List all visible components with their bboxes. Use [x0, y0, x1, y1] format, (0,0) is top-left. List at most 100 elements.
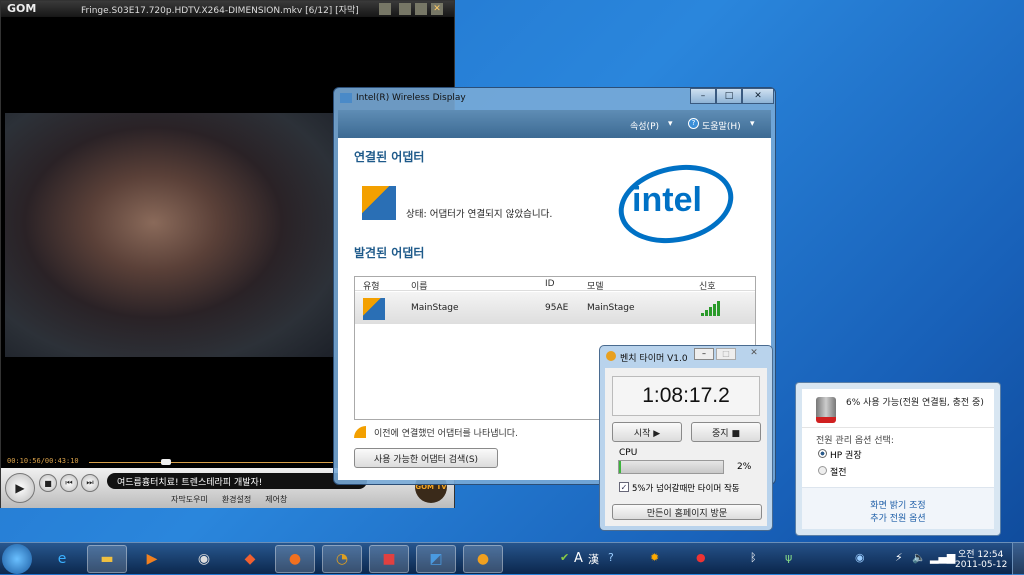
- next-button[interactable]: ⏭: [81, 474, 99, 492]
- prev-button[interactable]: ⏮: [60, 474, 78, 492]
- plan-saver-radio[interactable]: [818, 466, 827, 475]
- power-icon[interactable]: ⚡: [895, 551, 903, 564]
- start-button[interactable]: [2, 544, 32, 574]
- column-name[interactable]: 이름: [411, 279, 428, 292]
- connected-heading: 연결된 어댑터: [354, 150, 425, 164]
- update-icon[interactable]: ◉: [855, 551, 865, 564]
- gom-title-bar[interactable]: GOM Fringe.S03E17.720p.HDTV.X264-DIMENSI…: [1, 1, 454, 17]
- clock-time[interactable]: 오전 12:54: [958, 547, 1003, 560]
- close-button[interactable]: ✕: [740, 348, 768, 360]
- video-frame[interactable]: [5, 113, 335, 357]
- adapter-model: MainStage: [587, 303, 635, 313]
- timer-body: 1:08:17.2 시작 ▶ 중지 ■ CPU 2% ✓ 5%가 넘어갈때만 타…: [605, 368, 767, 526]
- play-button[interactable]: ▶: [5, 473, 35, 503]
- toolbar: 속성(P) ▾ ? 도움말(H) ▾: [338, 110, 771, 138]
- widi-taskbar-icon[interactable]: ◩: [416, 545, 456, 573]
- chevron-down-icon: ▾: [668, 119, 673, 129]
- threshold-label: 5%가 넘어갈때만 타이머 작동: [632, 484, 740, 494]
- legend-note: 이전에 연결했던 어댑터를 나타냅니다.: [374, 429, 518, 439]
- adapter-id: 95AE: [545, 303, 569, 313]
- ie-taskbar-icon[interactable]: e: [42, 545, 82, 573]
- ime-mode-hanja[interactable]: 漢: [588, 551, 599, 567]
- time-display: 00:10:56/00:43:10: [7, 457, 79, 465]
- adapter-icon: [362, 186, 396, 220]
- plan-hp-radio[interactable]: [818, 449, 827, 458]
- table-row[interactable]: MainStage 95AE MainStage: [355, 292, 755, 324]
- power-flyout: 6% 사용 가능(전원 연결됨, 충전 중) 전원 관리 옵션 선택: HP 권…: [795, 382, 1001, 536]
- timer-app-icon: [606, 351, 616, 361]
- ticker[interactable]: 여드름흉터치료! 트렌스테라피 개발자!: [107, 473, 367, 489]
- volume-icon[interactable]: 🔈: [912, 551, 926, 564]
- bench-timer-taskbar-icon[interactable]: ◔: [322, 545, 362, 573]
- tray-app-icon[interactable]: ✹: [650, 551, 659, 564]
- wireless-icon[interactable]: ψ: [785, 551, 792, 564]
- settings-link[interactable]: 환경설정: [222, 494, 251, 505]
- maximize-button[interactable]: [415, 3, 427, 15]
- table-header: 유형 이름 ID 모델 신호: [355, 277, 755, 292]
- seek-handle[interactable]: [161, 459, 171, 465]
- cpu-progress-bar: [618, 460, 724, 474]
- homepage-button[interactable]: 만든이 홈페이지 방문: [612, 504, 762, 520]
- control-window-link[interactable]: 제어창: [265, 494, 287, 505]
- timer-display: 1:08:17.2: [612, 376, 760, 416]
- window-title: 벤치 타이머 V1.0: [620, 354, 688, 364]
- stop-button[interactable]: ■: [39, 474, 57, 492]
- media-taskbar-icon[interactable]: ▶: [132, 545, 172, 573]
- battery-status: 6% 사용 가능(전원 연결됨, 충전 중): [846, 398, 984, 408]
- more-power-options-link[interactable]: 추가 전원 옵션: [802, 511, 994, 524]
- help-icon[interactable]: ?: [608, 551, 614, 564]
- battery-plug-icon: [816, 397, 836, 423]
- app-taskbar-icon[interactable]: ●: [463, 545, 503, 573]
- bluetooth-icon[interactable]: ᛒ: [750, 551, 757, 564]
- bench-timer-window: 벤치 타이머 V1.0 – □ ✕ 1:08:17.2 시작 ▶ 중지 ■ CP…: [599, 345, 773, 531]
- found-heading: 발견된 어댑터: [354, 246, 425, 260]
- fullscreen-button[interactable]: [379, 3, 391, 15]
- stop-button[interactable]: 중지 ■: [691, 422, 761, 442]
- signal-strength-icon: [701, 300, 720, 316]
- widi-app-icon: [340, 93, 352, 103]
- clock-date[interactable]: 2011-05-12: [955, 560, 1007, 570]
- network-signal-icon[interactable]: ▂▄▆: [930, 551, 955, 564]
- connection-status: 상태: 어댑터가 연결되지 않았습니다.: [406, 209, 553, 220]
- minimize-button[interactable]: –: [694, 348, 714, 360]
- column-type[interactable]: 유형: [363, 279, 380, 292]
- column-id[interactable]: ID: [545, 279, 555, 289]
- hp-taskbar-icon[interactable]: ◉: [184, 545, 224, 573]
- start-button[interactable]: 시작 ▶: [612, 422, 682, 442]
- wifi-legend-icon: [354, 426, 366, 438]
- maximize-button[interactable]: □: [716, 348, 736, 360]
- minimize-button[interactable]: [399, 3, 411, 15]
- seek-bar[interactable]: 00:10:56/00:43:10: [5, 456, 335, 468]
- maximize-button[interactable]: □: [716, 88, 742, 104]
- adapter-icon: [363, 298, 385, 320]
- threshold-checkbox[interactable]: ✓: [619, 482, 629, 492]
- taskbar: e ▬ ▶ ◉ ◆ ● ◔ ■ ◩ ● ✔ A 漢 ? ✹ ● ᛒ ψ ◉ ⚡ …: [0, 542, 1024, 575]
- gom-title: Fringe.S03E17.720p.HDTV.X264-DIMENSION.m…: [81, 6, 359, 16]
- firefox-taskbar-icon[interactable]: ●: [275, 545, 315, 573]
- close-button[interactable]: ✕: [431, 3, 443, 15]
- subtitle-helper-link[interactable]: 자막도우미: [171, 494, 208, 505]
- search-adapters-button[interactable]: 사용 가능한 어댑터 검색(S): [354, 448, 498, 468]
- cpu-value: 2%: [737, 462, 752, 472]
- ime-mode-english[interactable]: A: [574, 551, 583, 566]
- column-signal[interactable]: 신호: [699, 279, 716, 292]
- tray-app-icon[interactable]: ●: [696, 551, 706, 564]
- explorer-taskbar-icon[interactable]: ▬: [87, 545, 127, 573]
- gom-logo: GOM: [7, 2, 37, 15]
- plan-hp-label[interactable]: HP 권장: [830, 448, 862, 461]
- help-icon: ?: [688, 118, 699, 129]
- ime-icon[interactable]: ✔: [560, 551, 569, 564]
- close-button[interactable]: ✕: [742, 88, 774, 104]
- show-desktop-button[interactable]: [1012, 543, 1024, 575]
- gom-taskbar-icon[interactable]: ■: [369, 545, 409, 573]
- cpu-label: CPU: [619, 448, 638, 458]
- intel-logo: intel: [611, 154, 741, 254]
- properties-menu[interactable]: 속성(P): [630, 119, 659, 132]
- minimize-button[interactable]: –: [690, 88, 716, 104]
- plan-saver-label[interactable]: 절전: [830, 465, 847, 478]
- seek-track: [89, 462, 333, 463]
- brightness-link[interactable]: 화면 밝기 조정: [802, 498, 994, 511]
- column-model[interactable]: 모델: [587, 279, 604, 292]
- help-menu[interactable]: 도움말(H): [702, 119, 741, 132]
- app-taskbar-icon[interactable]: ◆: [230, 545, 270, 573]
